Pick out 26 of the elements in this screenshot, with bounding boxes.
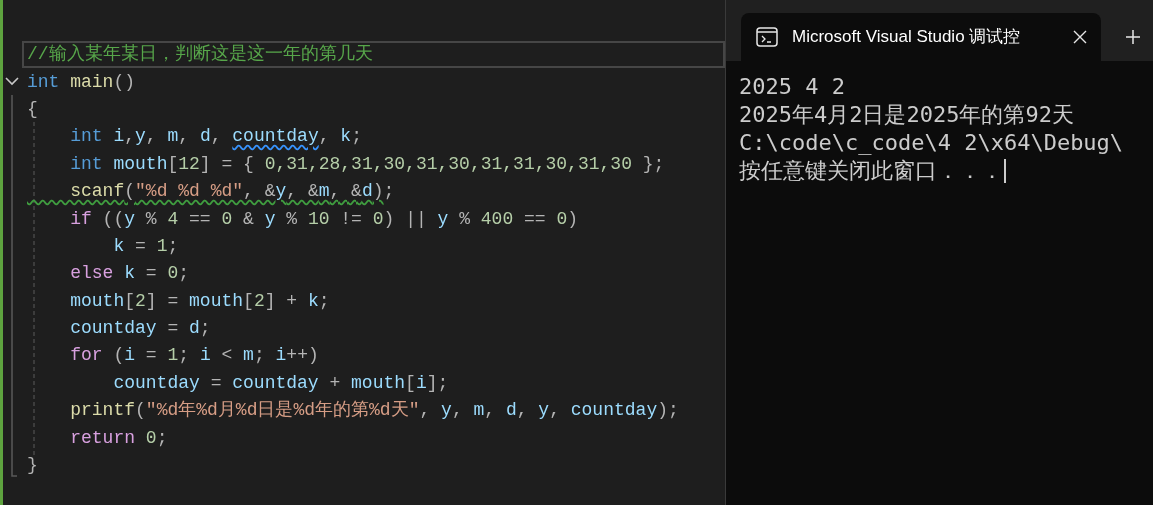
new-tab-icon[interactable] (1125, 29, 1141, 45)
terminal-icon (756, 27, 778, 47)
code-line: countday = countday + mouth[i]; (112, 371, 449, 395)
code-line: printf("%d年%d月%d日是%d年的第%d天", y, m, d, y, countday); (69, 399, 679, 423)
code-line: int i,y, m, d, countday, k; (69, 125, 362, 149)
code-line: int main() (26, 70, 136, 94)
code-line: for (i = 1; i < m; i++) (69, 344, 319, 368)
console-output-line: C:\code\c_code\4 2\x64\Debug\ (739, 129, 1124, 157)
code-line: else k = 0; (69, 262, 190, 286)
code-line: countday = d; (69, 317, 211, 341)
tab-title: Microsoft Visual Studio 调试控 (792, 26, 1022, 49)
code-line: { (26, 97, 38, 121)
text-cursor (1004, 159, 1006, 183)
collapse-icon[interactable] (5, 77, 19, 87)
close-icon[interactable] (1073, 30, 1087, 44)
console-output-line: 2025 4 2 (739, 73, 845, 101)
code-line: } (26, 454, 38, 478)
code-line: if ((y % 4 == 0 & y % 10 != 0) || y % 400 == 0) (69, 207, 579, 231)
terminal-tab[interactable]: Microsoft Visual Studio 调试控 (741, 13, 1101, 61)
code-line: mouth[2] = mouth[2] + k; (69, 289, 330, 313)
console-output-line: 2025年4月2日是2025年的第92天 (739, 101, 1074, 129)
code-line: int mouth[12] = { 0,31,28,31,30,31,30,31,31,30,31,30 }; (69, 152, 665, 176)
code-line: return 0; (69, 426, 168, 450)
code-line: scanf("%d %d %d", &y, &m, &d); (69, 180, 395, 204)
console-output-line: 按任意键关闭此窗口．．． (739, 157, 1003, 185)
code-line: k = 1; (112, 234, 179, 258)
